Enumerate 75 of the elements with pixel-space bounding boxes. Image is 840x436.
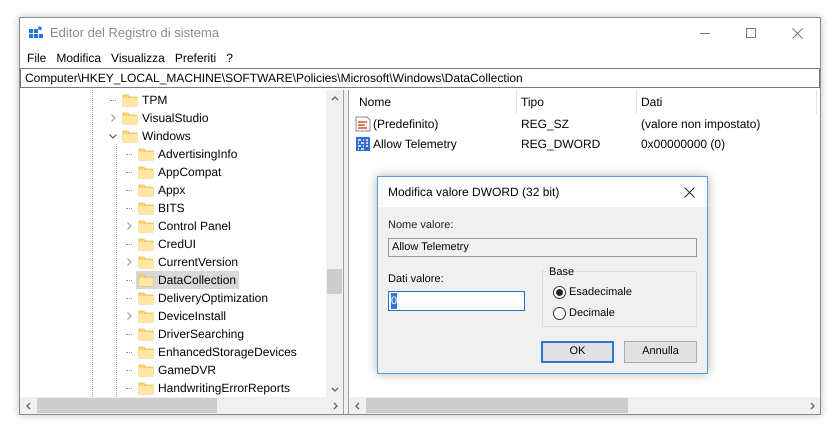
- scrollbar-thumb[interactable]: [327, 269, 342, 294]
- tree-item[interactable]: DeviceInstall: [136, 307, 230, 325]
- dialog-button[interactable]: OK: [541, 340, 614, 362]
- tree-item[interactable]: CredUI: [136, 235, 200, 253]
- field-label: Dati valore:: [388, 272, 445, 286]
- tree-item[interactable]: TPM: [120, 91, 170, 109]
- tree-item[interactable]: HandwritingErrorReports: [136, 379, 294, 397]
- tree-item[interactable]: DataCollection: [136, 271, 240, 289]
- folder-icon: [138, 146, 154, 162]
- menu-item[interactable]: ?: [221, 49, 238, 67]
- folder-icon: [138, 308, 154, 324]
- folder-icon: [122, 92, 138, 108]
- folder-icon: [138, 272, 154, 288]
- folder-icon: [138, 236, 154, 252]
- vertical-scrollbar[interactable]: [326, 90, 343, 397]
- address-bar[interactable]: Computer\HKEY_LOCAL_MACHINE\SOFTWARE\Policies\Microsoft\Windows\DataCollection: [20, 68, 820, 88]
- field-label: Nome valore:: [388, 218, 454, 233]
- window-title: Editor del Registro di sistema: [50, 24, 220, 42]
- tree-item[interactable]: GameDVR: [136, 361, 220, 379]
- tree-item[interactable]: DriverSearching: [136, 325, 248, 343]
- folder-icon: [122, 110, 138, 126]
- value-name[interactable]: Allow Telemetry: [373, 135, 457, 153]
- value-data: (valore non impostato): [640, 116, 760, 133]
- scroll-left-icon[interactable]: [24, 400, 34, 410]
- dialog-title: Modifica valore DWORD (32 bit): [388, 184, 560, 201]
- binary-value-icon: [355, 136, 371, 152]
- data-field[interactable]: 0: [388, 291, 525, 311]
- tree-item[interactable]: EnhancedStorageDevices: [136, 343, 300, 361]
- close-icon: [792, 28, 802, 38]
- folder-icon: [138, 182, 154, 198]
- radio-option[interactable]: Decimale: [553, 302, 686, 324]
- folder-icon: [138, 200, 154, 216]
- menu-item[interactable]: File: [22, 49, 52, 67]
- value-name[interactable]: (Predefinito): [373, 115, 438, 133]
- folder-icon: [138, 344, 154, 360]
- horizontal-scrollbar[interactable]: [349, 397, 820, 414]
- scrollbar-thumb[interactable]: [37, 398, 217, 413]
- tree-item[interactable]: Control Panel: [136, 217, 234, 235]
- column-header[interactable]: Nome: [355, 90, 517, 114]
- menu-item[interactable]: Visualizza: [106, 49, 170, 67]
- radio-button[interactable]: [553, 306, 566, 320]
- tree-item[interactable]: Appx: [136, 181, 188, 199]
- tree-item[interactable]: VisualStudio: [120, 109, 212, 127]
- folder-icon: [122, 128, 138, 144]
- string-value-icon: [355, 116, 371, 132]
- tree-item[interactable]: AdvertisingInfo: [136, 145, 240, 163]
- folder-icon: [138, 290, 154, 306]
- tree-item[interactable]: CurrentVersion: [136, 253, 242, 271]
- dialog-button[interactable]: Annulla: [624, 340, 697, 362]
- chevron-icon[interactable]: [108, 131, 118, 141]
- name-field[interactable]: Allow Telemetry: [388, 238, 697, 256]
- radio-button[interactable]: [553, 286, 566, 298]
- tree-item[interactable]: BITS: [136, 199, 188, 217]
- folder-icon: [138, 326, 154, 342]
- scrollbar-thumb[interactable]: [366, 398, 628, 413]
- tree-item[interactable]: AppCompat: [136, 163, 224, 181]
- radio-option[interactable]: Esadecimale: [553, 282, 686, 302]
- value-data: 0x00000000 (0): [640, 136, 726, 153]
- close-icon: [684, 186, 694, 198]
- column-header[interactable]: Dati: [637, 90, 817, 114]
- column-header[interactable]: Tipo: [517, 90, 637, 114]
- value-type: REG_SZ: [520, 116, 570, 133]
- tree-item[interactable]: DeliveryOptimization: [136, 289, 272, 307]
- scroll-left-icon[interactable]: [352, 400, 362, 410]
- horizontal-scrollbar[interactable]: [20, 397, 343, 414]
- tree-item[interactable]: Windows: [120, 127, 194, 145]
- registry-app-icon: [28, 25, 44, 41]
- folder-icon: [138, 380, 154, 396]
- folder-icon: [138, 164, 154, 180]
- folder-icon: [138, 254, 154, 270]
- menu-item[interactable]: Preferiti: [170, 49, 222, 67]
- menu-item[interactable]: Modifica: [51, 49, 106, 67]
- value-type: REG_DWORD: [520, 136, 602, 153]
- folder-icon: [138, 218, 154, 234]
- folder-icon: [138, 362, 154, 378]
